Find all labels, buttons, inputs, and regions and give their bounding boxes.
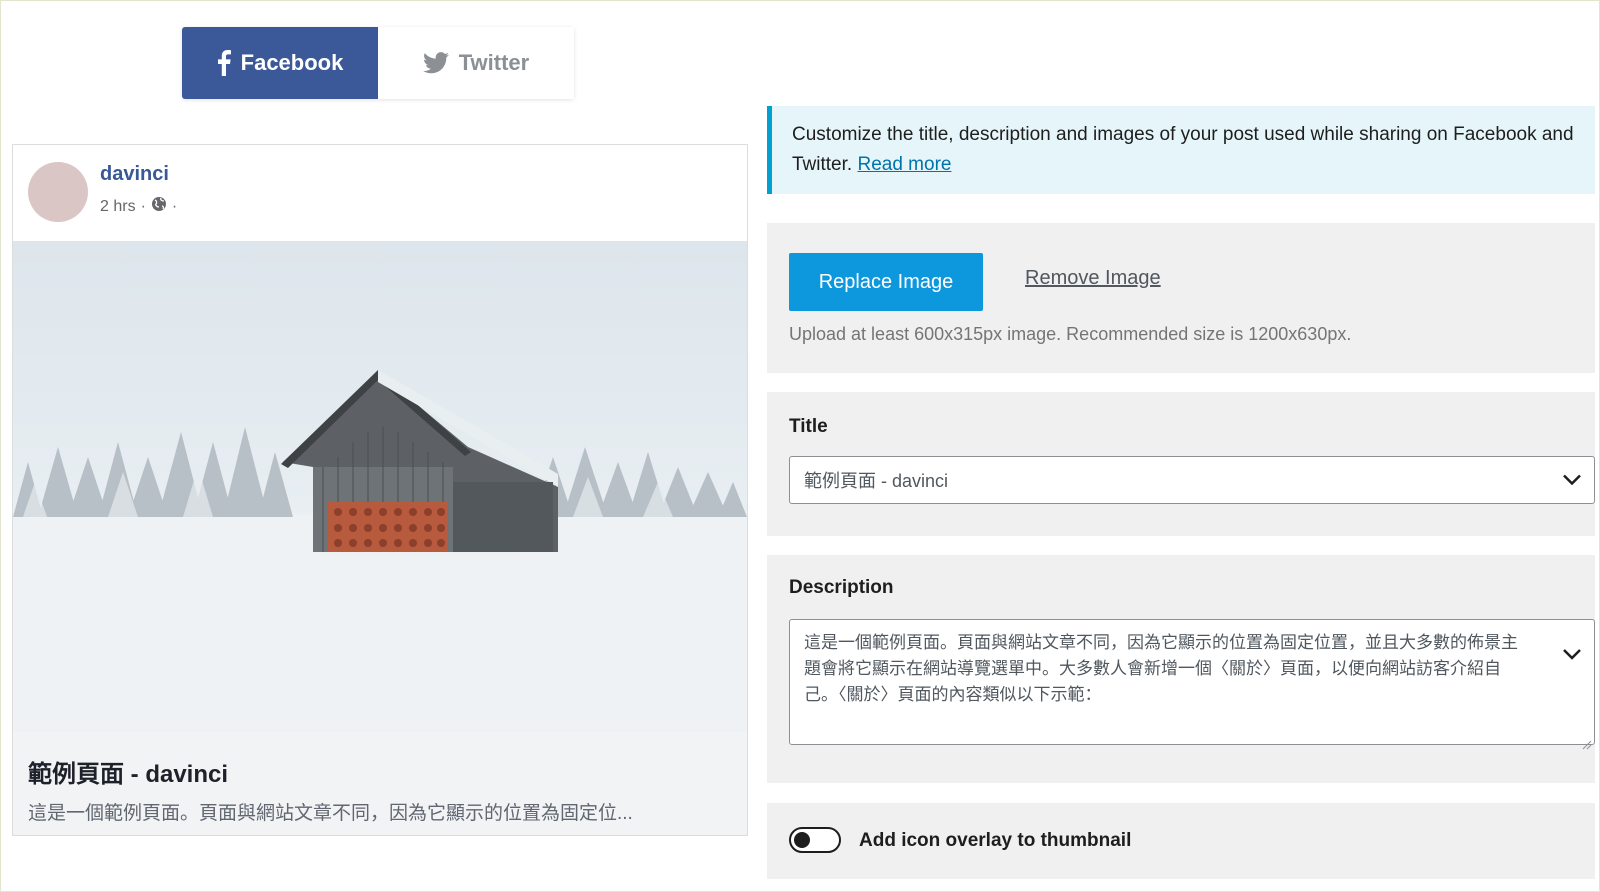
description-panel: Description 這是一個範例頁面。頁面與網站文章不同，因為它顯示的位置為… bbox=[767, 555, 1595, 783]
icon-overlay-toggle[interactable] bbox=[789, 827, 841, 853]
remove-image-button[interactable]: Remove Image bbox=[1025, 267, 1161, 290]
facebook-preview-card: davinci 2 hrs · · 範例頁面 - davinci 這是一個範例頁… bbox=[12, 144, 748, 836]
author-name: davinci bbox=[100, 163, 169, 185]
post-meta: 2 hrs · · bbox=[100, 196, 177, 217]
description-value: 這是一個範例頁面。頁面與網站文章不同，因為它顯示的位置為固定位置，並且大多數的佈… bbox=[804, 633, 1518, 704]
meta-separator-2: · bbox=[171, 197, 178, 215]
facebook-icon bbox=[217, 50, 231, 76]
globe-icon bbox=[151, 196, 167, 217]
preview-header: davinci 2 hrs · · bbox=[13, 145, 747, 242]
twitter-icon bbox=[422, 52, 449, 74]
avatar bbox=[28, 162, 88, 222]
info-notice: Customize the title, description and ima… bbox=[767, 106, 1595, 194]
preview-footer: 範例頁面 - davinci 這是一個範例頁面。頁面與網站文章不同，因為它顯示的… bbox=[13, 732, 747, 835]
description-field[interactable]: 這是一個範例頁面。頁面與網站文章不同，因為它顯示的位置為固定位置，並且大多數的佈… bbox=[789, 619, 1595, 750]
tab-facebook-label: Facebook bbox=[240, 50, 344, 75]
image-panel: Replace Image Remove Image Upload at lea… bbox=[767, 223, 1595, 373]
chevron-down-icon[interactable] bbox=[1562, 642, 1582, 668]
preview-image bbox=[13, 242, 747, 732]
replace-image-button[interactable]: Replace Image bbox=[789, 253, 983, 311]
title-panel: Title 範例頁面 - davinci bbox=[767, 392, 1595, 536]
preview-title: 範例頁面 - davinci bbox=[28, 761, 229, 788]
description-label: Description bbox=[789, 577, 894, 598]
post-time: 2 hrs bbox=[100, 197, 136, 215]
read-more-link[interactable]: Read more bbox=[857, 154, 951, 175]
meta-separator: · bbox=[140, 197, 146, 215]
title-field[interactable]: 範例頁面 - davinci bbox=[789, 456, 1595, 504]
title-value: 範例頁面 - davinci bbox=[804, 471, 949, 491]
overlay-panel: Add icon overlay to thumbnail bbox=[767, 803, 1595, 879]
share-tabs: Facebook Twitter bbox=[182, 27, 574, 99]
tab-twitter-label: Twitter bbox=[458, 50, 530, 75]
tab-twitter[interactable]: Twitter bbox=[378, 27, 574, 99]
tab-facebook[interactable]: Facebook bbox=[182, 27, 378, 99]
image-size-hint: Upload at least 600x315px image. Recomme… bbox=[789, 324, 1352, 344]
title-label: Title bbox=[789, 416, 828, 437]
preview-description: 這是一個範例頁面。頁面與網站文章不同，因為它顯示的位置為固定位... bbox=[28, 803, 633, 824]
icon-overlay-label: Add icon overlay to thumbnail bbox=[859, 830, 1132, 851]
chevron-down-icon[interactable] bbox=[1562, 470, 1582, 491]
snow-cabin-photo bbox=[13, 370, 747, 732]
toggle-knob bbox=[794, 832, 810, 848]
resize-handle-icon[interactable] bbox=[1582, 732, 1592, 750]
